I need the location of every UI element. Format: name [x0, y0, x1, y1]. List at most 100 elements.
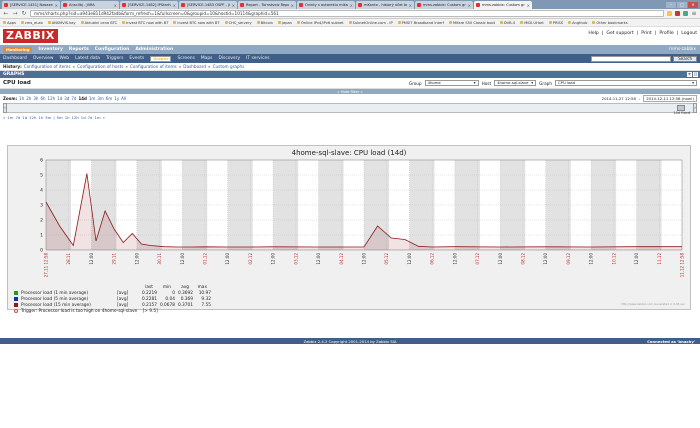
bookmark-item[interactable]: Aktuální cena BTC [80, 21, 117, 25]
zoom-option[interactable]: 3m [97, 96, 103, 101]
sub-menu-item[interactable]: Graphs [150, 55, 172, 62]
history-link[interactable]: Configuration of items [130, 64, 177, 69]
zoom-option[interactable]: 1h [19, 96, 24, 101]
zoom-option[interactable]: 6m [106, 96, 112, 101]
top-link[interactable]: Get support [606, 31, 633, 36]
browser-tab[interactable]: Report - Tornstvoiz Report × [238, 1, 296, 9]
step-link[interactable]: 5m [57, 115, 63, 120]
top-link[interactable]: Profile [659, 31, 673, 36]
reload-icon[interactable]: ↻ [21, 10, 27, 17]
step-link[interactable]: » [103, 115, 105, 120]
zoom-option[interactable]: 3d [64, 96, 69, 101]
step-link[interactable]: 1h [65, 115, 70, 120]
step-link[interactable]: 1m [94, 115, 100, 120]
bookmark-item[interactable]: Japan [277, 21, 292, 25]
sub-menu-item[interactable]: Dashboard [3, 56, 27, 61]
sub-menu-item[interactable]: Events [129, 56, 144, 61]
top-link[interactable]: Print [641, 31, 652, 36]
step-link[interactable]: « [3, 115, 5, 120]
zabbix-logo[interactable]: ZABBIX [3, 29, 58, 43]
fullscreen-icon[interactable]: □ [693, 72, 698, 77]
close-tab-icon[interactable]: × [55, 3, 58, 8]
browser-tab[interactable]: mms.zabbix: Custom graph× [474, 1, 532, 9]
bookmark-item[interactable]: PMSIT Broadband Interf [397, 21, 444, 25]
history-link[interactable]: Custom graphs [213, 64, 245, 69]
sub-menu-item[interactable]: Screens [177, 56, 194, 61]
main-menu-item[interactable]: Administration [135, 47, 173, 52]
zoom-option[interactable]: 7d [71, 96, 76, 101]
browser-tab[interactable]: Ovinty s autoreklu mikatk × [297, 1, 355, 9]
zoom-option[interactable]: 1y [114, 96, 119, 101]
graph-select[interactable]: CPU load ▾ [555, 80, 697, 86]
close-tab-icon[interactable]: × [527, 3, 530, 8]
zoom-option[interactable]: 14d [78, 96, 86, 101]
bookmark-item[interactable]: MIDI.UHart [520, 21, 544, 25]
bookmark-item[interactable]: Online IPv4/IPv6 subnet [296, 21, 344, 25]
browser-tab[interactable]: [SERVICE-1483 OSPF - jiRA× [179, 1, 237, 9]
bookmark-item[interactable]: Apps [3, 21, 16, 25]
close-tab-icon[interactable]: × [114, 3, 117, 8]
step-link[interactable]: 7d [88, 115, 93, 120]
close-tab-icon[interactable]: × [409, 3, 412, 8]
sub-menu-item[interactable]: IT services [246, 56, 269, 61]
bookmark-item[interactable]: DVB-S [500, 21, 515, 25]
history-link[interactable]: Dashboard [183, 64, 206, 69]
zoom-option[interactable]: 2h [26, 96, 31, 101]
zoom-option[interactable]: 1d [57, 96, 62, 101]
close-tab-icon[interactable]: × [468, 3, 471, 8]
step-link[interactable]: 1d [81, 115, 86, 120]
date-from[interactable]: 2014-11-27 12:58 [602, 96, 636, 101]
step-link[interactable]: 1d [22, 115, 27, 120]
browser-tab[interactable]: mKonto - historý účet bez...× [356, 1, 414, 9]
sub-menu-item[interactable]: Discovery [218, 56, 240, 61]
bookmark-item[interactable]: PRISS [548, 21, 563, 25]
extension-icon[interactable] [683, 11, 688, 16]
sub-menu-item[interactable]: Maps [201, 56, 213, 61]
bookmark-item[interactable]: ANSMVIS.kay [47, 21, 76, 25]
url-input[interactable]: mms/charts.php?sid=a943e811d942fadb&form… [30, 10, 664, 17]
step-link[interactable]: 7d [15, 115, 20, 120]
search-input[interactable] [591, 55, 672, 62]
main-menu-item[interactable]: Inventory [38, 47, 62, 52]
maximize-icon[interactable]: □ [677, 2, 687, 8]
timeline-track[interactable]: 14d fixed [7, 103, 693, 115]
close-tab-icon[interactable]: × [173, 3, 176, 8]
bookmark-item[interactable]: Invest BTC now with BT [122, 21, 168, 25]
bookmark-star-icon[interactable] [667, 11, 672, 16]
bookmark-item[interactable]: Bitcoin [256, 21, 273, 25]
main-menu-item[interactable]: Configuration [95, 47, 130, 52]
history-link[interactable]: Configuration of hosts [77, 64, 123, 69]
browser-tab[interactable]: [SERVICE-1451] Nasazeni O..× [2, 1, 60, 9]
step-link[interactable]: 1m [7, 115, 13, 120]
browser-tab[interactable]: Anscilbj - jitRA × [61, 1, 119, 9]
main-menu-item[interactable]: Reports [69, 47, 89, 52]
close-tab-icon[interactable]: × [232, 3, 235, 8]
history-link[interactable]: Configuration of items [24, 64, 71, 69]
top-link[interactable]: Help [588, 31, 598, 36]
bookmark-item[interactable]: SubnetOnline.com - IP [348, 21, 393, 25]
bookmark-item[interactable]: Other bookmarks [592, 21, 628, 25]
extension-icon[interactable] [675, 11, 680, 16]
close-tab-icon[interactable]: × [291, 3, 294, 8]
scroll-right-icon[interactable]: › [693, 103, 697, 113]
close-tab-icon[interactable]: × [350, 3, 353, 8]
zoom-option[interactable]: 12h [48, 96, 56, 101]
zoom-option[interactable]: All [121, 96, 126, 101]
favourite-icon[interactable]: + [687, 72, 692, 77]
sub-menu-item[interactable]: Web [60, 56, 70, 61]
browser-tab[interactable]: [SERVICE-1482] IPStartUPIR× [120, 1, 178, 9]
bookmark-item[interactable]: CHC_servery [224, 21, 252, 25]
sub-menu-item[interactable]: Triggers [106, 56, 123, 61]
back-icon[interactable]: ← [3, 10, 9, 17]
top-link[interactable]: Logout [681, 31, 697, 36]
step-link[interactable]: 12h [72, 115, 79, 120]
zoom-option[interactable]: 3h [33, 96, 38, 101]
step-link[interactable]: 1h [38, 115, 43, 120]
host-select[interactable]: 4home-sql-slave ▾ [494, 80, 537, 86]
group-select[interactable]: 4home ▾ [424, 80, 479, 86]
close-window-icon[interactable]: × [688, 2, 698, 8]
sub-menu-item[interactable]: Overview [33, 56, 54, 61]
bookmark-item[interactable]: Mifare S50 Classic boot [449, 21, 495, 25]
search-button[interactable]: Search [673, 55, 697, 62]
bookmark-item[interactable]: Invest BTC now with BT [173, 21, 220, 25]
